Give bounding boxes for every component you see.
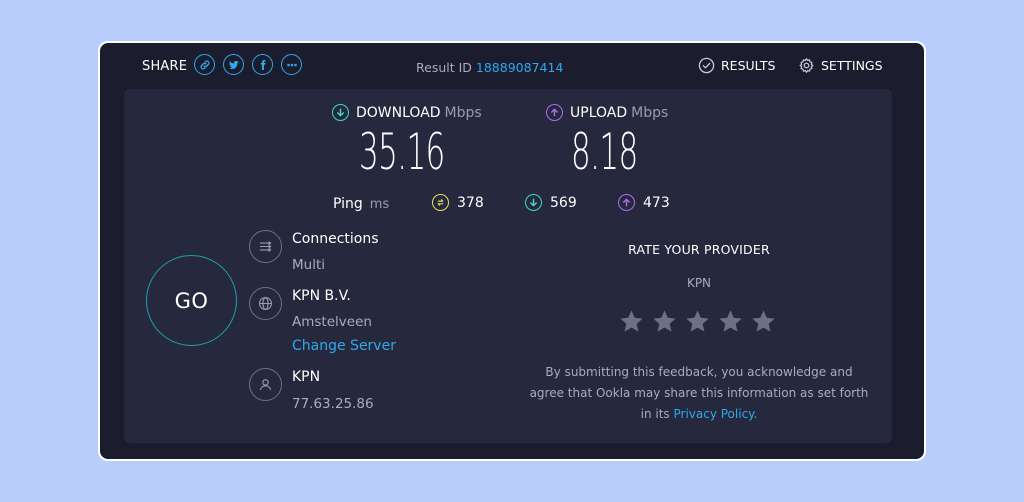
ping-download: 569 bbox=[525, 194, 577, 211]
more-icon bbox=[286, 63, 297, 66]
results-label: RESULTS bbox=[721, 58, 776, 73]
connections-value: Multi bbox=[292, 257, 325, 273]
rate-provider-title: RATE YOUR PROVIDER bbox=[628, 242, 770, 257]
server-title: KPN B.V. bbox=[292, 288, 351, 304]
check-circle-icon bbox=[698, 57, 715, 74]
globe-icon bbox=[249, 287, 282, 320]
download-value: 35.16 bbox=[359, 123, 445, 181]
connections-title: Connections bbox=[292, 231, 379, 247]
ping-download-value: 569 bbox=[550, 194, 577, 211]
ping-text: Ping bbox=[333, 196, 363, 212]
user-icon bbox=[249, 368, 282, 401]
speedtest-window: SHARE Result ID 18889087414 RESULTS SETT… bbox=[98, 41, 926, 461]
settings-label: SETTINGS bbox=[821, 58, 883, 73]
star-icon-4[interactable] bbox=[717, 308, 744, 335]
ping-idle-icon bbox=[432, 194, 449, 211]
settings-button[interactable]: SETTINGS bbox=[798, 57, 883, 74]
top-bar: SHARE Result ID 18889087414 RESULTS SETT… bbox=[100, 43, 924, 89]
feedback-disclaimer: By submitting this feedback, you acknowl… bbox=[529, 362, 869, 425]
rate-provider-name: KPN bbox=[686, 276, 712, 290]
upload-label: UPLOAD bbox=[570, 104, 628, 121]
result-id: Result ID 18889087414 bbox=[416, 60, 563, 75]
share-label: SHARE bbox=[142, 59, 188, 74]
upload-value: 8.18 bbox=[571, 123, 638, 181]
share-link-button[interactable] bbox=[194, 54, 215, 75]
share-more-button[interactable] bbox=[281, 54, 302, 75]
change-server-link[interactable]: Change Server bbox=[292, 338, 396, 354]
result-id-label: Result ID bbox=[416, 60, 472, 75]
isp-title: KPN bbox=[292, 369, 321, 385]
connections-icon bbox=[249, 230, 282, 263]
star-icon-2[interactable] bbox=[651, 308, 678, 335]
ping-idle: 378 bbox=[432, 194, 484, 211]
download-header: DOWNLOAD Mbps bbox=[332, 104, 482, 121]
link-icon bbox=[199, 59, 210, 70]
ping-upload-icon bbox=[618, 194, 635, 211]
isp-ip: 77.63.25.86 bbox=[292, 396, 374, 412]
ping-row: Ping ms 378 569 473 bbox=[124, 193, 892, 215]
download-arrow-icon bbox=[332, 104, 349, 121]
go-button[interactable]: GO bbox=[146, 255, 237, 346]
star-icon-5[interactable] bbox=[750, 308, 777, 335]
result-id-value[interactable]: 18889087414 bbox=[476, 60, 563, 75]
results-panel: DOWNLOAD Mbps 35.16 UPLOAD Mbps 8.18 Ping m… bbox=[124, 89, 892, 443]
twitter-icon bbox=[228, 60, 239, 69]
results-button[interactable]: RESULTS bbox=[698, 57, 775, 74]
ping-upload-value: 473 bbox=[643, 194, 670, 211]
star-icon-1[interactable] bbox=[618, 308, 645, 335]
download-unit: Mbps bbox=[444, 104, 482, 121]
share-facebook-button[interactable] bbox=[252, 54, 273, 75]
star-rating bbox=[618, 308, 777, 335]
upload-arrow-icon bbox=[546, 104, 563, 121]
ping-label: Ping ms bbox=[333, 196, 389, 212]
download-label: DOWNLOAD bbox=[356, 104, 441, 121]
ping-download-icon bbox=[525, 194, 542, 211]
ping-upload: 473 bbox=[618, 194, 670, 211]
facebook-icon bbox=[260, 59, 266, 70]
upload-header: UPLOAD Mbps bbox=[546, 104, 668, 121]
upload-unit: Mbps bbox=[631, 104, 669, 121]
star-icon-3[interactable] bbox=[684, 308, 711, 335]
gear-icon bbox=[799, 58, 814, 73]
privacy-policy-link[interactable]: Privacy Policy. bbox=[673, 407, 757, 421]
ping-idle-value: 378 bbox=[457, 194, 484, 211]
server-location: Amstelveen bbox=[292, 314, 372, 330]
share-twitter-button[interactable] bbox=[223, 54, 244, 75]
ping-unit: ms bbox=[369, 197, 390, 212]
